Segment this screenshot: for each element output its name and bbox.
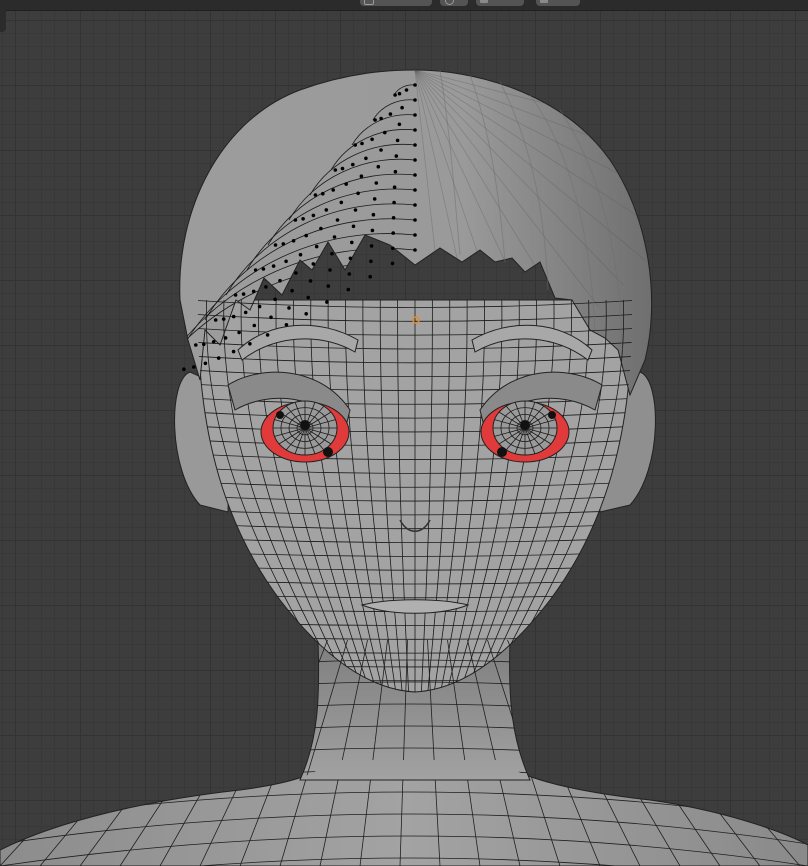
3d-model-view[interactable] xyxy=(0,0,808,866)
left-pupil xyxy=(300,420,310,430)
right-pupil xyxy=(520,420,530,430)
left-eye-highlight xyxy=(276,411,284,419)
left-eye-vertex xyxy=(323,447,333,457)
right-eye-highlight xyxy=(548,411,556,419)
right-eye-vertex xyxy=(497,447,507,457)
